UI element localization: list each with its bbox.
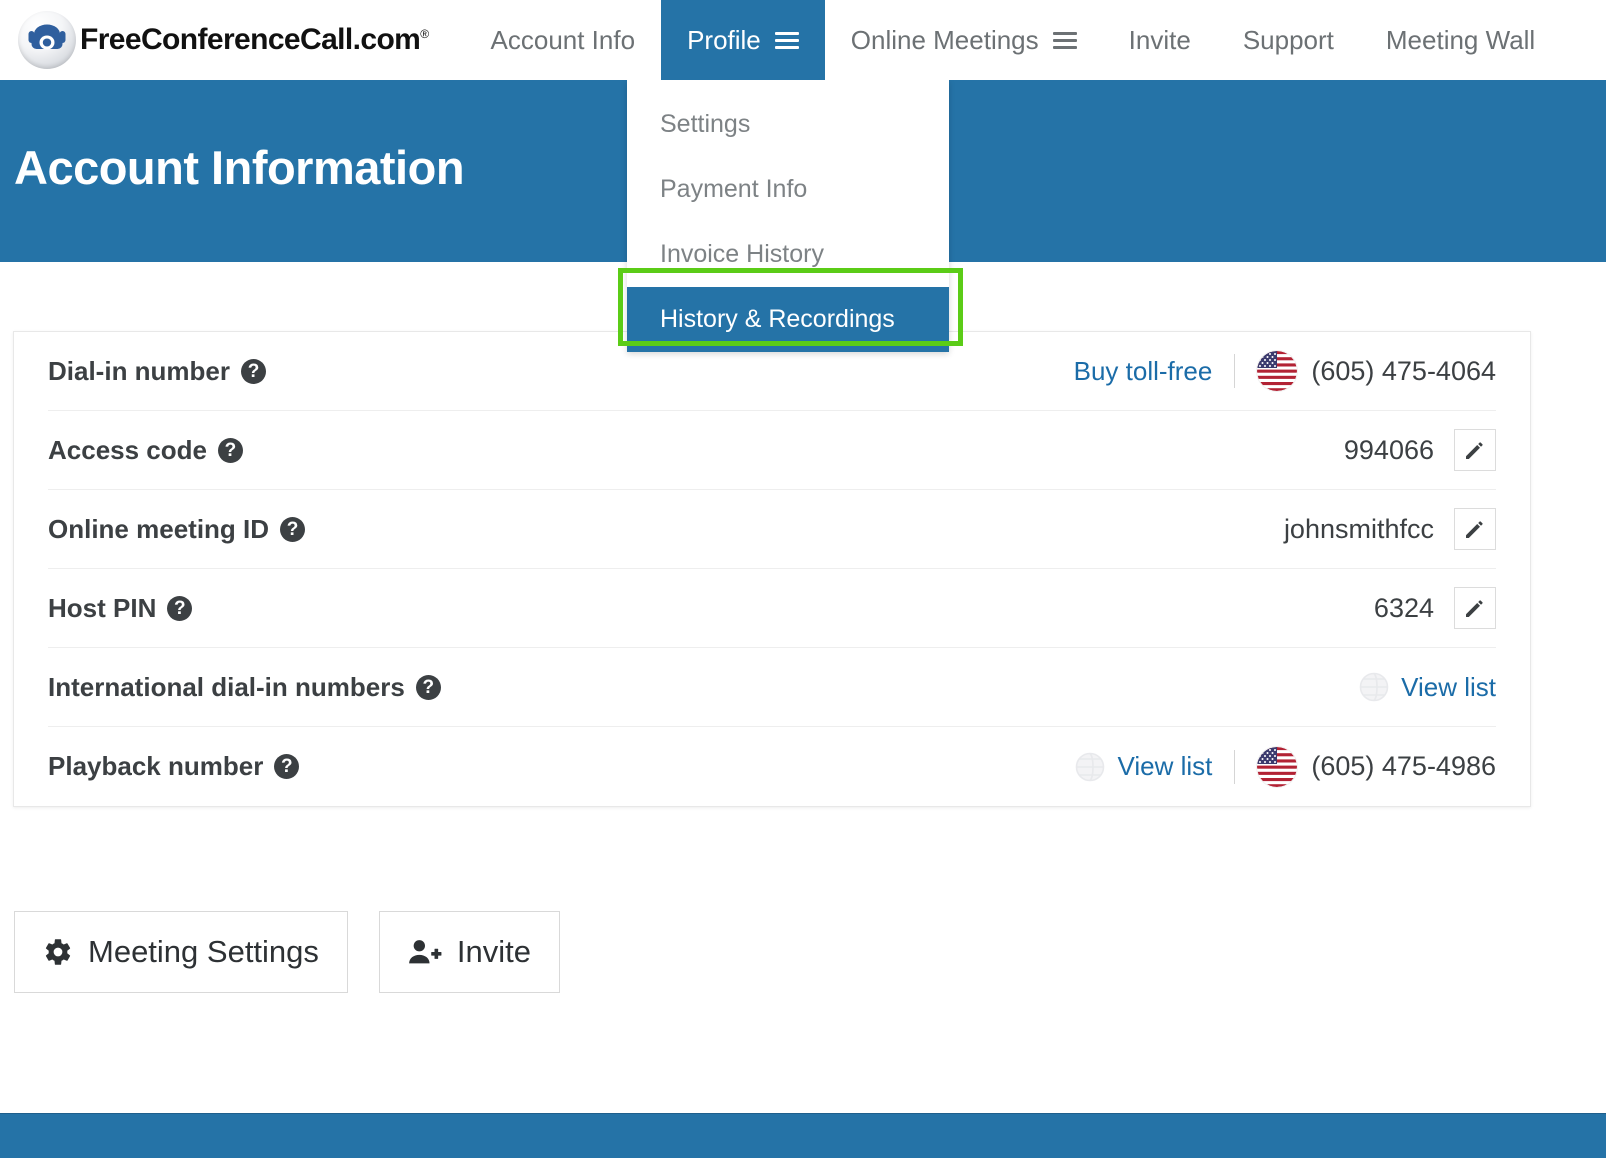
account-information-card: Dial-in number ? Buy toll-free (605) 475… — [13, 331, 1531, 807]
dropdown-item-label: Settings — [660, 110, 751, 138]
button-label: Invite — [456, 934, 532, 969]
profile-dropdown-menu: Settings Payment Info Invoice History Hi… — [627, 80, 949, 352]
globe-icon — [1359, 672, 1389, 702]
nav-item-meeting-wall[interactable]: Meeting Wall — [1360, 0, 1561, 80]
dropdown-item-settings[interactable]: Settings — [627, 92, 949, 157]
top-navigation-bar: FreeConferenceCall.com® Account Info Pro… — [0, 0, 1606, 80]
view-list-link[interactable]: View list — [1401, 672, 1496, 703]
nav-item-label: Profile — [687, 24, 761, 55]
telephone-icon — [18, 11, 76, 69]
nav-item-label: Invite — [1128, 24, 1191, 55]
question-mark-icon[interactable]: ? — [274, 754, 300, 779]
question-mark-icon[interactable]: ? — [241, 358, 267, 384]
row-label: Online meeting ID ? — [48, 513, 306, 545]
brand-logo-link[interactable]: FreeConferenceCall.com® — [0, 0, 443, 80]
table-row: International dial-in numbers ? View lis… — [48, 648, 1496, 727]
row-value: (605) 475-4064 — [1311, 355, 1496, 386]
row-label-text: Access code — [48, 434, 207, 465]
page-title: Account Information — [14, 141, 465, 194]
row-label-text: Playback number — [48, 751, 264, 781]
divider — [1234, 749, 1236, 784]
button-label: Meeting Settings — [88, 934, 319, 969]
question-mark-icon[interactable]: ? — [280, 516, 306, 542]
row-value-group: View list — [1075, 746, 1496, 787]
row-label: Playback number ? — [48, 751, 300, 782]
globe-icon — [1075, 752, 1105, 782]
add-user-icon — [408, 937, 442, 967]
nav-items: Account Info Profile Online Meetings Inv… — [465, 0, 1562, 80]
question-mark-icon[interactable]: ? — [217, 437, 243, 463]
dropdown-item-payment-info[interactable]: Payment Info — [627, 157, 949, 222]
row-value: 994066 — [1343, 434, 1434, 465]
dropdown-item-label: Payment Info — [660, 175, 808, 203]
us-flag-icon — [1257, 746, 1298, 787]
table-row: Host PIN ? 6324 — [48, 569, 1496, 648]
dropdown-item-history-and-recordings[interactable]: History & Recordings — [627, 287, 949, 352]
dropdown-item-invoice-history[interactable]: Invoice History — [627, 222, 949, 287]
nav-item-support[interactable]: Support — [1217, 0, 1360, 80]
row-value-group: johnsmithfcc — [1284, 508, 1496, 550]
action-buttons: Meeting Settings Invite — [14, 911, 561, 993]
nav-item-label: Meeting Wall — [1385, 24, 1536, 55]
question-mark-icon[interactable]: ? — [415, 674, 441, 700]
row-value: (605) 475-4986 — [1311, 751, 1496, 781]
row-value-group: 6324 — [1374, 587, 1496, 629]
gear-icon — [43, 937, 73, 967]
row-label-text: Online meeting ID — [48, 513, 270, 544]
hamburger-menu-icon — [1052, 28, 1077, 53]
nav-item-account-info[interactable]: Account Info — [465, 0, 662, 80]
invite-button[interactable]: Invite — [378, 911, 561, 993]
hamburger-menu-icon — [774, 28, 799, 53]
nav-item-invite[interactable]: Invite — [1103, 0, 1217, 80]
row-value-group: View list — [1359, 672, 1496, 703]
row-label-text: International dial-in numbers — [48, 671, 405, 702]
row-label-text: Host PIN — [48, 592, 157, 623]
question-mark-icon[interactable]: ? — [167, 595, 193, 621]
table-row: Playback number ? View list (605) 475-49… — [48, 727, 1496, 806]
view-list-link[interactable]: View list — [1117, 751, 1212, 782]
buy-toll-free-link[interactable]: Buy toll-free — [1074, 356, 1213, 387]
nav-item-label: Account Info — [490, 24, 636, 55]
row-label: International dial-in numbers ? — [48, 672, 441, 703]
edit-pencil-button[interactable] — [1454, 587, 1496, 629]
nav-item-label: Support — [1242, 24, 1334, 55]
nav-item-label: Online Meetings — [850, 24, 1039, 55]
nav-item-profile[interactable]: Profile — [661, 0, 825, 80]
row-label-text: Dial-in number — [48, 355, 231, 386]
edit-pencil-button[interactable] — [1454, 508, 1496, 550]
page-footer — [0, 1113, 1606, 1158]
row-value-group: Buy toll-free (605) 475-4064 — [1074, 351, 1496, 391]
dropdown-item-label: Invoice History — [660, 240, 824, 268]
row-label: Dial-in number ? — [48, 355, 267, 387]
row-label: Access code ? — [48, 435, 243, 466]
row-value: johnsmithfcc — [1283, 513, 1434, 544]
row-value-group: 994066 — [1344, 429, 1496, 471]
table-row: Access code ? 994066 — [48, 411, 1496, 490]
divider — [1234, 354, 1236, 388]
table-row: Online meeting ID ? johnsmithfcc — [48, 490, 1496, 569]
nav-item-online-meetings[interactable]: Online Meetings — [825, 0, 1103, 80]
brand-name: FreeConferenceCall.com® — [80, 23, 429, 56]
meeting-settings-button[interactable]: Meeting Settings — [14, 911, 348, 993]
row-label: Host PIN ? — [48, 592, 193, 624]
us-flag-icon — [1257, 351, 1298, 391]
row-value: 6324 — [1373, 592, 1434, 623]
dropdown-item-label: History & Recordings — [660, 305, 895, 333]
registered-mark: ® — [420, 27, 429, 41]
edit-pencil-button[interactable] — [1454, 429, 1496, 471]
